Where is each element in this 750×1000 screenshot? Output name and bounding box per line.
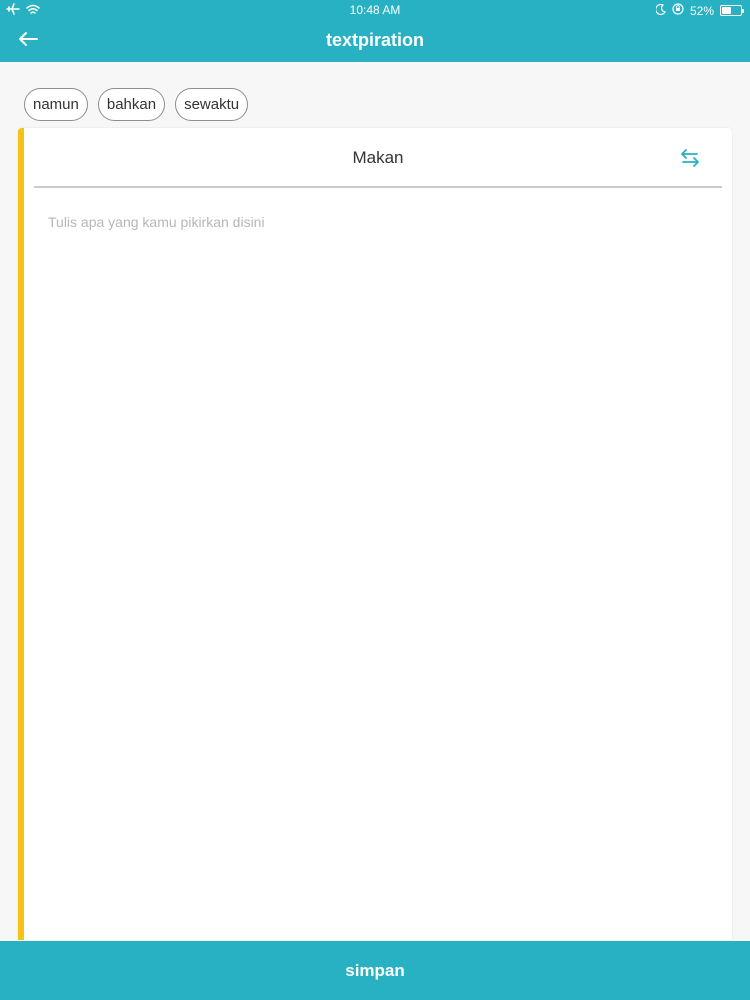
status-time: 10:48 AM (349, 3, 401, 17)
chip-namun[interactable]: namun (24, 88, 88, 121)
battery-percentage: 52% (689, 3, 714, 18)
writing-card: Makan (18, 128, 732, 940)
word-chips: namun bahkan sewaktu (24, 88, 249, 121)
thought-input[interactable] (48, 214, 712, 914)
top-bar: 10:48 AM 52% textpiration (0, 0, 750, 62)
moon-icon (655, 3, 666, 18)
orientation-lock-icon (672, 3, 684, 18)
battery-fill (722, 7, 731, 14)
chip-sewaktu[interactable]: sewaktu (175, 88, 249, 121)
save-button[interactable]: simpan (0, 941, 750, 1000)
card-title: Makan (352, 148, 404, 167)
chip-bahkan[interactable]: bahkan (97, 88, 166, 121)
swap-arrows-icon[interactable] (678, 146, 702, 170)
status-bar: 10:48 AM 52% (0, 0, 750, 20)
navigation-bar: textpiration (0, 20, 750, 62)
battery-icon (720, 5, 744, 16)
status-right: 52% (655, 3, 744, 18)
page-title: textpiration (325, 30, 424, 50)
card-header: Makan (34, 128, 722, 188)
